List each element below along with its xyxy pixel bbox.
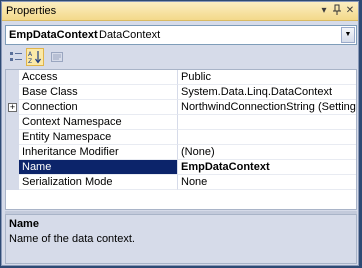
- svg-text:Z: Z: [28, 58, 32, 64]
- property-row-name[interactable]: Name EmpDataContext: [6, 160, 356, 175]
- property-row-serialization-mode[interactable]: Serialization Mode None: [6, 175, 356, 190]
- property-name: Access: [19, 70, 178, 85]
- property-value[interactable]: System.Data.Linq.DataContext: [178, 85, 356, 100]
- property-name: Serialization Mode: [19, 175, 178, 190]
- pin-icon[interactable]: [331, 4, 343, 17]
- row-gutter: [6, 145, 19, 160]
- svg-text:A: A: [28, 51, 33, 58]
- title-bar: Properties ▾ ✕: [2, 2, 358, 21]
- property-name: Entity Namespace: [19, 130, 178, 145]
- row-gutter: +: [6, 100, 19, 115]
- object-type: DataContext: [99, 29, 161, 41]
- close-icon[interactable]: ✕: [344, 4, 356, 17]
- row-gutter: [6, 70, 19, 85]
- row-gutter: [6, 160, 19, 175]
- property-row-entity-namespace[interactable]: Entity Namespace: [6, 130, 356, 145]
- property-row-context-namespace[interactable]: Context Namespace: [6, 115, 356, 130]
- object-selector[interactable]: EmpDataContext DataContext ▼: [5, 25, 357, 45]
- description-title: Name: [9, 218, 39, 230]
- property-row-connection[interactable]: + Connection NorthwindConnectionString (…: [6, 100, 356, 115]
- expand-plus-icon[interactable]: +: [8, 103, 17, 112]
- property-row-base-class[interactable]: Base Class System.Data.Linq.DataContext: [6, 85, 356, 100]
- dropdown-arrow-icon[interactable]: ▾: [318, 4, 330, 17]
- window-title: Properties: [6, 5, 57, 17]
- categorized-icon[interactable]: [7, 48, 25, 66]
- property-name: Base Class: [19, 85, 178, 100]
- alphabetical-icon[interactable]: AZ: [26, 48, 44, 66]
- description-text: Name of the data context.: [9, 233, 135, 245]
- property-value[interactable]: [178, 115, 356, 130]
- row-gutter: [6, 85, 19, 100]
- properties-toolbar: AZ: [5, 48, 357, 68]
- property-name: Connection: [19, 100, 178, 115]
- property-name: Context Namespace: [19, 115, 178, 130]
- property-name: Inheritance Modifier: [19, 145, 178, 160]
- property-value[interactable]: NorthwindConnectionString (Settings): [178, 100, 356, 115]
- property-pages-icon[interactable]: [48, 48, 66, 66]
- property-value[interactable]: None: [178, 175, 356, 190]
- property-row-access[interactable]: Access Public: [6, 70, 356, 85]
- property-grid: Access Public Base Class System.Data.Lin…: [5, 69, 357, 210]
- property-value[interactable]: [178, 130, 356, 145]
- chevron-down-icon[interactable]: ▼: [341, 27, 355, 43]
- row-gutter: [6, 130, 19, 145]
- object-name: EmpDataContext: [9, 29, 98, 41]
- property-row-inheritance-modifier[interactable]: Inheritance Modifier (None): [6, 145, 356, 160]
- row-gutter: [6, 115, 19, 130]
- row-gutter: [6, 175, 19, 190]
- properties-window: Properties ▾ ✕ EmpDataContext DataContex…: [1, 1, 359, 266]
- property-value[interactable]: EmpDataContext: [178, 160, 356, 175]
- property-value[interactable]: Public: [178, 70, 356, 85]
- property-value[interactable]: (None): [178, 145, 356, 160]
- property-name: Name: [19, 160, 178, 175]
- description-pane: Name Name of the data context.: [5, 214, 357, 264]
